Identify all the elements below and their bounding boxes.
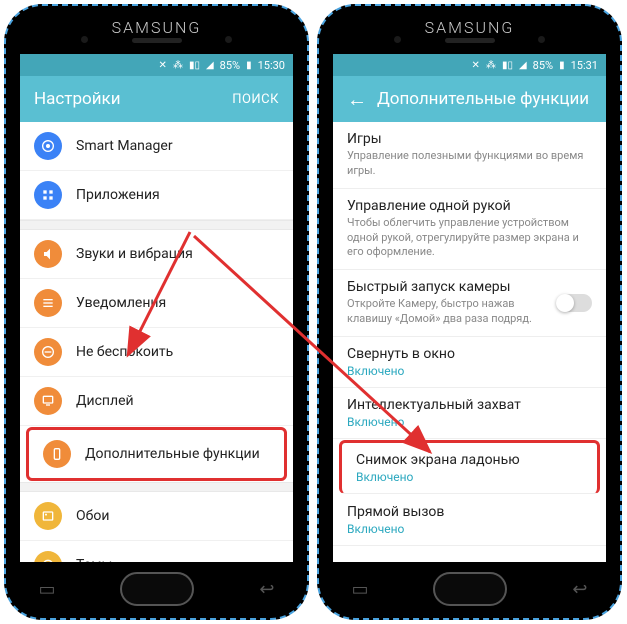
nav-buttons: ▭ ↩ — [319, 568, 620, 610]
settings-item[interactable]: Дисплей — [20, 377, 293, 426]
header: Настройки ПОИСК — [20, 76, 293, 122]
feature-title: Свернуть в окно — [347, 346, 592, 362]
recent-apps-button[interactable]: ▭ — [38, 579, 55, 600]
mute-icon: ✕ — [472, 60, 480, 71]
settings-item-label: Звуки и вибрация — [76, 246, 193, 262]
back-button[interactable]: ↩ — [259, 579, 274, 600]
time-text: 15:30 — [258, 59, 285, 72]
time-text: 15:31 — [571, 59, 598, 72]
feature-title: Прямой вызов — [347, 504, 592, 520]
wifi-icon: ◢ — [519, 60, 527, 71]
status-bar: ✕ ⁂ ▮▯ ◢ 85% ▮ 15:31 — [333, 54, 606, 76]
settings-item[interactable]: Smart Manager — [20, 122, 293, 171]
nav-buttons: ▭ ↩ — [6, 568, 307, 610]
battery-text: 85% — [533, 59, 553, 72]
features-list: Игры Управление полезными функциями во вр… — [333, 122, 606, 546]
back-arrow-icon[interactable]: ← — [347, 87, 367, 112]
feature-item[interactable]: Управление одной рукой Чтобы облегчить уп… — [333, 189, 606, 271]
feature-title: Интеллектуальный захват — [347, 397, 592, 413]
back-button[interactable]: ↩ — [572, 579, 587, 600]
brand-logo: SAMSUNG — [6, 18, 307, 37]
sensor — [538, 36, 545, 43]
signal-icon: ▮▯ — [189, 60, 200, 71]
recent-apps-button[interactable]: ▭ — [351, 579, 368, 600]
settings-list: Smart Manager Приложения Звуки и вибрация У… — [20, 122, 293, 562]
mute-icon: ✕ — [159, 60, 167, 71]
settings-item[interactable]: Дополнительные функции — [26, 427, 287, 481]
sensor — [225, 36, 232, 43]
dnd-icon — [34, 338, 62, 366]
image-icon — [34, 502, 62, 530]
phone-icon — [43, 440, 71, 468]
phone-left: SAMSUNG ✕ ⁂ ▮▯ ◢ 85% ▮ 15:30 Настройки П… — [4, 4, 309, 620]
sensor — [81, 36, 88, 43]
settings-item[interactable]: Темы — [20, 541, 293, 562]
feature-item[interactable]: Быстрый запуск камеры Откройте Камеру, бы… — [333, 270, 606, 337]
feature-item[interactable]: Прямой вызов Включено — [333, 495, 606, 546]
feature-subtitle: Откройте Камеру, быстро нажав клавишу «Д… — [347, 297, 546, 327]
battery-text: 85% — [220, 59, 240, 72]
screen-left: ✕ ⁂ ▮▯ ◢ 85% ▮ 15:30 Настройки ПОИСК Sma… — [20, 54, 293, 562]
page-title: Дополнительные функции — [377, 89, 589, 109]
feature-status: Включено — [347, 364, 592, 378]
list-separator — [20, 220, 293, 230]
settings-item[interactable]: Приложения — [20, 171, 293, 220]
display-icon — [34, 387, 62, 415]
feature-item[interactable]: Снимок экрана ладонью Включено — [339, 440, 600, 494]
settings-item[interactable]: Звуки и вибрация — [20, 230, 293, 279]
settings-item-label: Обои — [76, 508, 109, 524]
settings-item[interactable]: Не беспокоить — [20, 328, 293, 377]
search-button[interactable]: ПОИСК — [232, 92, 279, 107]
feature-title: Игры — [347, 131, 592, 147]
grid-icon — [34, 181, 62, 209]
feature-status: Включено — [347, 415, 592, 429]
feature-item[interactable]: Свернуть в окно Включено — [333, 337, 606, 388]
page-title: Настройки — [34, 89, 121, 109]
screen-right: ✕ ⁂ ▮▯ ◢ 85% ▮ 15:31 ← Дополнительные фу… — [333, 54, 606, 562]
battery-icon: ▮ — [559, 60, 565, 71]
speaker — [132, 38, 182, 43]
feature-status: Включено — [347, 522, 592, 536]
wifi-icon: ◢ — [206, 60, 214, 71]
header: ← Дополнительные функции — [333, 76, 606, 122]
speaker — [445, 38, 495, 43]
status-bar: ✕ ⁂ ▮▯ ◢ 85% ▮ 15:30 — [20, 54, 293, 76]
theme-icon — [34, 551, 62, 562]
sensor — [394, 36, 401, 43]
list-separator — [20, 482, 293, 492]
brand-logo: SAMSUNG — [319, 18, 620, 37]
feature-title: Быстрый запуск камеры — [347, 279, 546, 295]
feature-title: Управление одной рукой — [347, 198, 592, 214]
home-button[interactable] — [433, 572, 507, 606]
settings-item[interactable]: Уведомления — [20, 279, 293, 328]
signal-icon: ▮▯ — [502, 60, 513, 71]
phone-right: SAMSUNG ✕ ⁂ ▮▯ ◢ 85% ▮ 15:31 ← Дополните… — [317, 4, 622, 620]
settings-item-label: Дисплей — [76, 393, 134, 409]
settings-item-label: Smart Manager — [76, 138, 173, 154]
bluetooth-icon: ⁂ — [173, 60, 183, 71]
feature-subtitle: Управление полезными функциями во время … — [347, 149, 592, 179]
feature-subtitle: Чтобы облегчить управление устройством о… — [347, 216, 592, 261]
target-icon — [34, 132, 62, 160]
feature-item[interactable]: Интеллектуальный захват Включено — [333, 388, 606, 439]
list-icon — [34, 289, 62, 317]
feature-status: Включено — [356, 470, 583, 484]
bluetooth-icon: ⁂ — [486, 60, 496, 71]
home-button[interactable] — [120, 572, 194, 606]
settings-item-label: Темы — [76, 557, 112, 562]
feature-title: Снимок экрана ладонью — [356, 452, 583, 468]
settings-item-label: Не беспокоить — [76, 344, 173, 360]
settings-item[interactable]: Обои — [20, 492, 293, 541]
settings-item-label: Дополнительные функции — [85, 446, 260, 462]
toggle-switch[interactable] — [556, 294, 592, 312]
sound-icon — [34, 240, 62, 268]
feature-item[interactable]: Игры Управление полезными функциями во вр… — [333, 122, 606, 189]
battery-icon: ▮ — [246, 60, 252, 71]
settings-item-label: Приложения — [76, 187, 160, 203]
settings-item-label: Уведомления — [76, 295, 166, 311]
